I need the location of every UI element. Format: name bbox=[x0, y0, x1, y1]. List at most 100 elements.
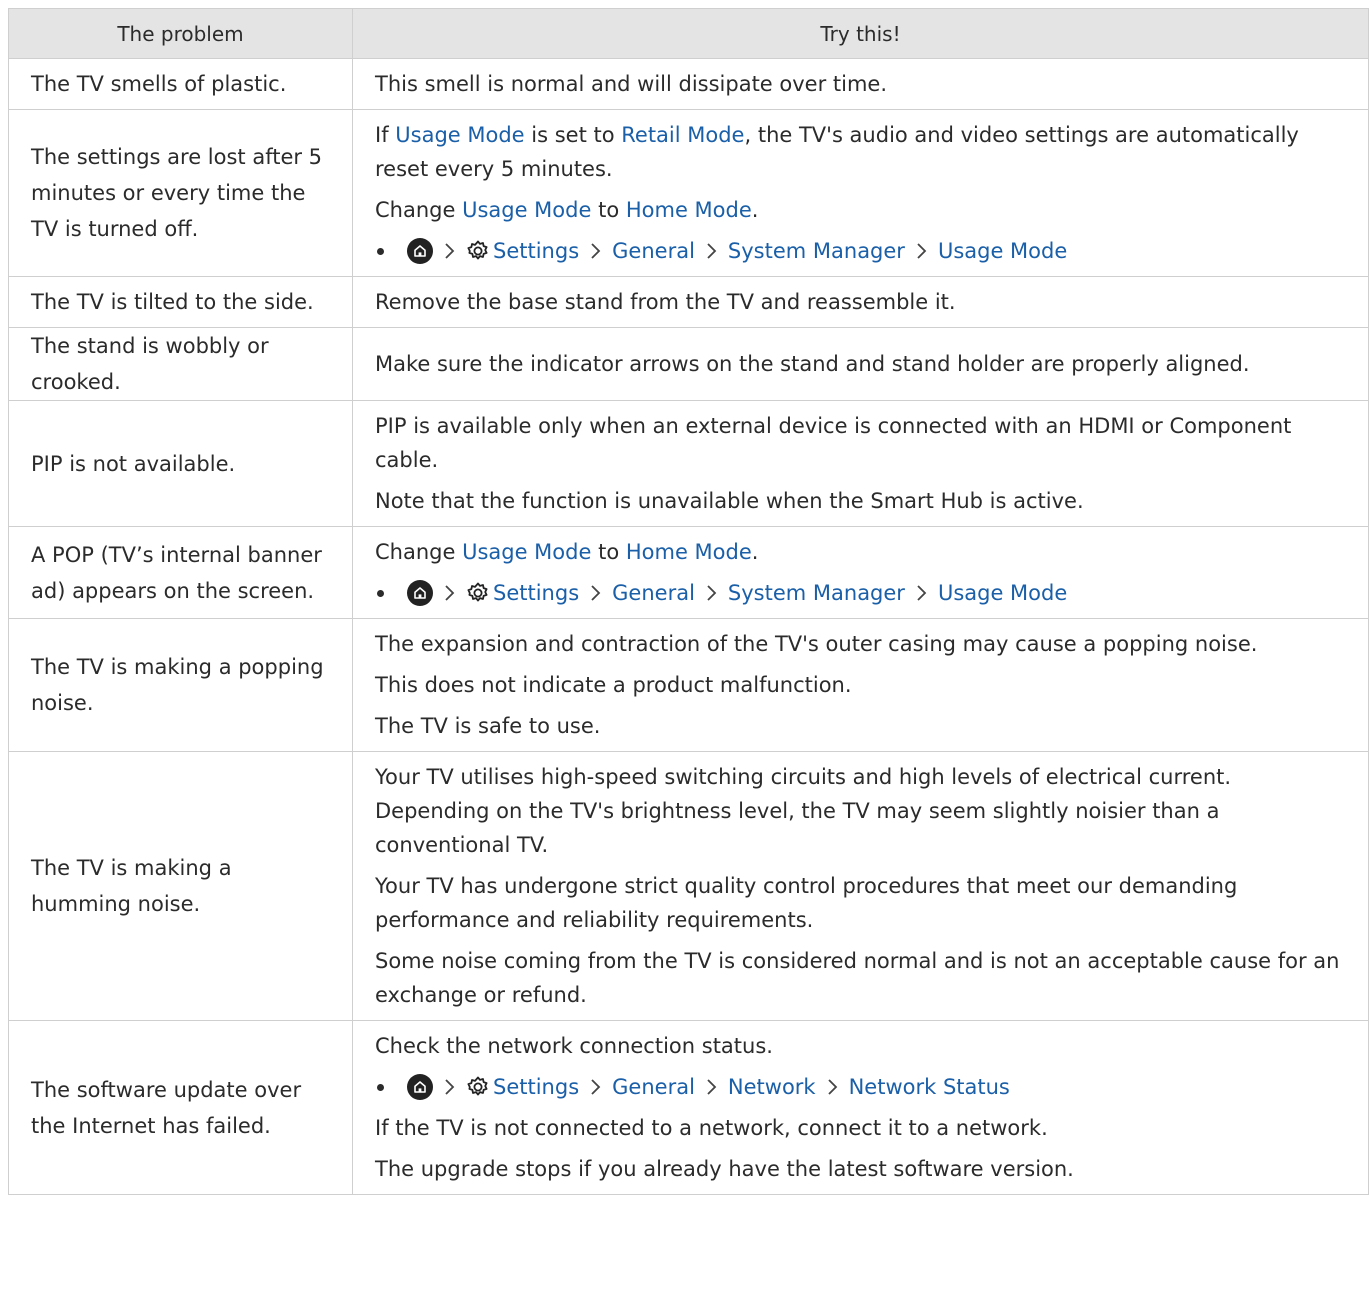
solution-paragraph: Remove the base stand from the TV and re… bbox=[375, 285, 1346, 319]
solution-paragraph: Note that the function is unavailable wh… bbox=[375, 484, 1346, 518]
menu-path-item: Usage Mode bbox=[937, 581, 1068, 605]
solution-paragraph: Change Usage Mode to Home Mode. bbox=[375, 535, 1346, 569]
chevron-right-icon bbox=[590, 584, 601, 602]
text-span: to bbox=[591, 198, 626, 222]
menu-path-item: Settings bbox=[493, 581, 580, 605]
text-span: Remove the base stand from the TV and re… bbox=[375, 290, 956, 314]
problem-cell: A POP (TV’s internal banner ad) appears … bbox=[8, 526, 353, 619]
menu-path-item: General bbox=[612, 581, 695, 605]
solution-cell: Your TV utilises high-speed switching ci… bbox=[352, 751, 1369, 1021]
text-span: . bbox=[751, 198, 759, 222]
text-span: The expansion and contraction of the TV'… bbox=[375, 632, 1258, 656]
table-row: The settings are lost after 5 minutes or… bbox=[8, 109, 1369, 277]
solution-paragraph: Check the network connection status. bbox=[375, 1029, 1346, 1063]
menu-path-item: Settings bbox=[493, 239, 580, 263]
text-span: Some noise coming from the TV is conside… bbox=[375, 949, 1340, 1007]
solution-paragraph: This does not indicate a product malfunc… bbox=[375, 668, 1346, 702]
problem-cell: The TV is tilted to the side. bbox=[8, 276, 353, 328]
table-header-row: The problem Try this! bbox=[8, 8, 1369, 59]
menu-path-item: General bbox=[612, 239, 695, 263]
problem-cell: The software update over the Internet ha… bbox=[8, 1020, 353, 1195]
menu-term: Retail Mode bbox=[621, 123, 745, 147]
solution-paragraph: The upgrade stops if you already have th… bbox=[375, 1152, 1346, 1186]
text-span: to bbox=[591, 540, 626, 564]
solution-paragraph: This smell is normal and will dissipate … bbox=[375, 67, 1346, 101]
text-span: . bbox=[751, 540, 759, 564]
table-row: The software update over the Internet ha… bbox=[8, 1020, 1369, 1195]
solution-paragraph: Your TV utilises high-speed switching ci… bbox=[375, 760, 1346, 862]
gear-icon bbox=[466, 581, 490, 605]
text-span: Check the network connection status. bbox=[375, 1034, 773, 1058]
table-row: The stand is wobbly or crooked. Make sure… bbox=[8, 327, 1369, 401]
chevron-right-icon bbox=[444, 1078, 455, 1096]
text-span: This does not indicate a product malfunc… bbox=[375, 673, 852, 697]
solution-paragraph: Your TV has undergone strict quality con… bbox=[375, 869, 1346, 937]
table-row: A POP (TV’s internal banner ad) appears … bbox=[8, 526, 1369, 619]
troubleshooting-table: The problem Try this! The TV smells of p… bbox=[8, 8, 1369, 1195]
bullet-icon bbox=[377, 589, 384, 597]
menu-path-item: Usage Mode bbox=[937, 239, 1068, 263]
menu-path: Settings General Network Network Status bbox=[375, 1070, 1346, 1104]
table-row: The TV smells of plastic. This smell is n… bbox=[8, 58, 1369, 110]
text-span: If the TV is not connected to a network,… bbox=[375, 1116, 1048, 1140]
solution-paragraph: Make sure the indicator arrows on the st… bbox=[375, 347, 1346, 381]
chevron-right-icon bbox=[916, 242, 927, 260]
menu-path-item: System Manager bbox=[727, 239, 905, 263]
solution-paragraph: The expansion and contraction of the TV'… bbox=[375, 627, 1346, 661]
text-span: The TV is safe to use. bbox=[375, 714, 601, 738]
menu-term: Usage Mode bbox=[395, 123, 525, 147]
solution-cell: Check the network connection status. Sett… bbox=[352, 1020, 1369, 1195]
menu-term: Usage Mode bbox=[462, 540, 592, 564]
chevron-right-icon bbox=[827, 1078, 838, 1096]
solution-paragraph: If Usage Mode is set to Retail Mode, the… bbox=[375, 118, 1346, 186]
problem-cell: The settings are lost after 5 minutes or… bbox=[8, 109, 353, 277]
menu-path-item: Settings bbox=[493, 1075, 580, 1099]
problem-cell: The TV smells of plastic. bbox=[8, 58, 353, 110]
chevron-right-icon bbox=[916, 584, 927, 602]
text-span: Your TV utilises high-speed switching ci… bbox=[375, 765, 1232, 857]
menu-path-item: General bbox=[612, 1075, 695, 1099]
table-row: PIP is not available. PIP is available on… bbox=[8, 400, 1369, 527]
chevron-right-icon bbox=[706, 1078, 717, 1096]
menu-path: Settings General System Manager Usage Mode bbox=[375, 234, 1346, 268]
solution-cell: This smell is normal and will dissipate … bbox=[352, 58, 1369, 110]
solution-cell: PIP is available only when an external d… bbox=[352, 400, 1369, 527]
column-header-problem: The problem bbox=[8, 8, 353, 59]
menu-term: Home Mode bbox=[625, 198, 752, 222]
home-icon bbox=[407, 580, 433, 606]
solution-paragraph: If the TV is not connected to a network,… bbox=[375, 1111, 1346, 1145]
gear-icon bbox=[466, 1075, 490, 1099]
problem-cell: The TV is making a humming noise. bbox=[8, 751, 353, 1021]
solution-paragraph: The TV is safe to use. bbox=[375, 709, 1346, 743]
menu-path: Settings General System Manager Usage Mode bbox=[375, 576, 1346, 610]
solution-cell: If Usage Mode is set to Retail Mode, the… bbox=[352, 109, 1369, 277]
chevron-right-icon bbox=[590, 242, 601, 260]
chevron-right-icon bbox=[590, 1078, 601, 1096]
text-span: PIP is available only when an external d… bbox=[375, 414, 1292, 472]
chevron-right-icon bbox=[706, 584, 717, 602]
column-header-solution: Try this! bbox=[352, 8, 1369, 59]
solution-cell: The expansion and contraction of the TV'… bbox=[352, 618, 1369, 752]
text-span: The upgrade stops if you already have th… bbox=[375, 1157, 1074, 1181]
text-span: Your TV has undergone strict quality con… bbox=[375, 874, 1238, 932]
chevron-right-icon bbox=[444, 242, 455, 260]
solution-cell: Change Usage Mode to Home Mode. Settings G… bbox=[352, 526, 1369, 619]
solution-paragraph: PIP is available only when an external d… bbox=[375, 409, 1346, 477]
text-span: Change bbox=[375, 540, 463, 564]
text-span: Make sure the indicator arrows on the st… bbox=[375, 352, 1250, 376]
bullet-icon bbox=[377, 1083, 384, 1091]
chevron-right-icon bbox=[444, 584, 455, 602]
text-span: Change bbox=[375, 198, 463, 222]
table-row: The TV is making a popping noise. The exp… bbox=[8, 618, 1369, 752]
text-span: is set to bbox=[524, 123, 622, 147]
problem-cell: PIP is not available. bbox=[8, 400, 353, 527]
problem-cell: The stand is wobbly or crooked. bbox=[8, 327, 353, 401]
home-icon bbox=[407, 1074, 433, 1100]
solution-cell: Remove the base stand from the TV and re… bbox=[352, 276, 1369, 328]
menu-term: Usage Mode bbox=[462, 198, 592, 222]
text-span: If bbox=[375, 123, 396, 147]
solution-cell: Make sure the indicator arrows on the st… bbox=[352, 327, 1369, 401]
solution-paragraph: Change Usage Mode to Home Mode. bbox=[375, 193, 1346, 227]
chevron-right-icon bbox=[706, 242, 717, 260]
menu-path-item: Network bbox=[727, 1075, 816, 1099]
